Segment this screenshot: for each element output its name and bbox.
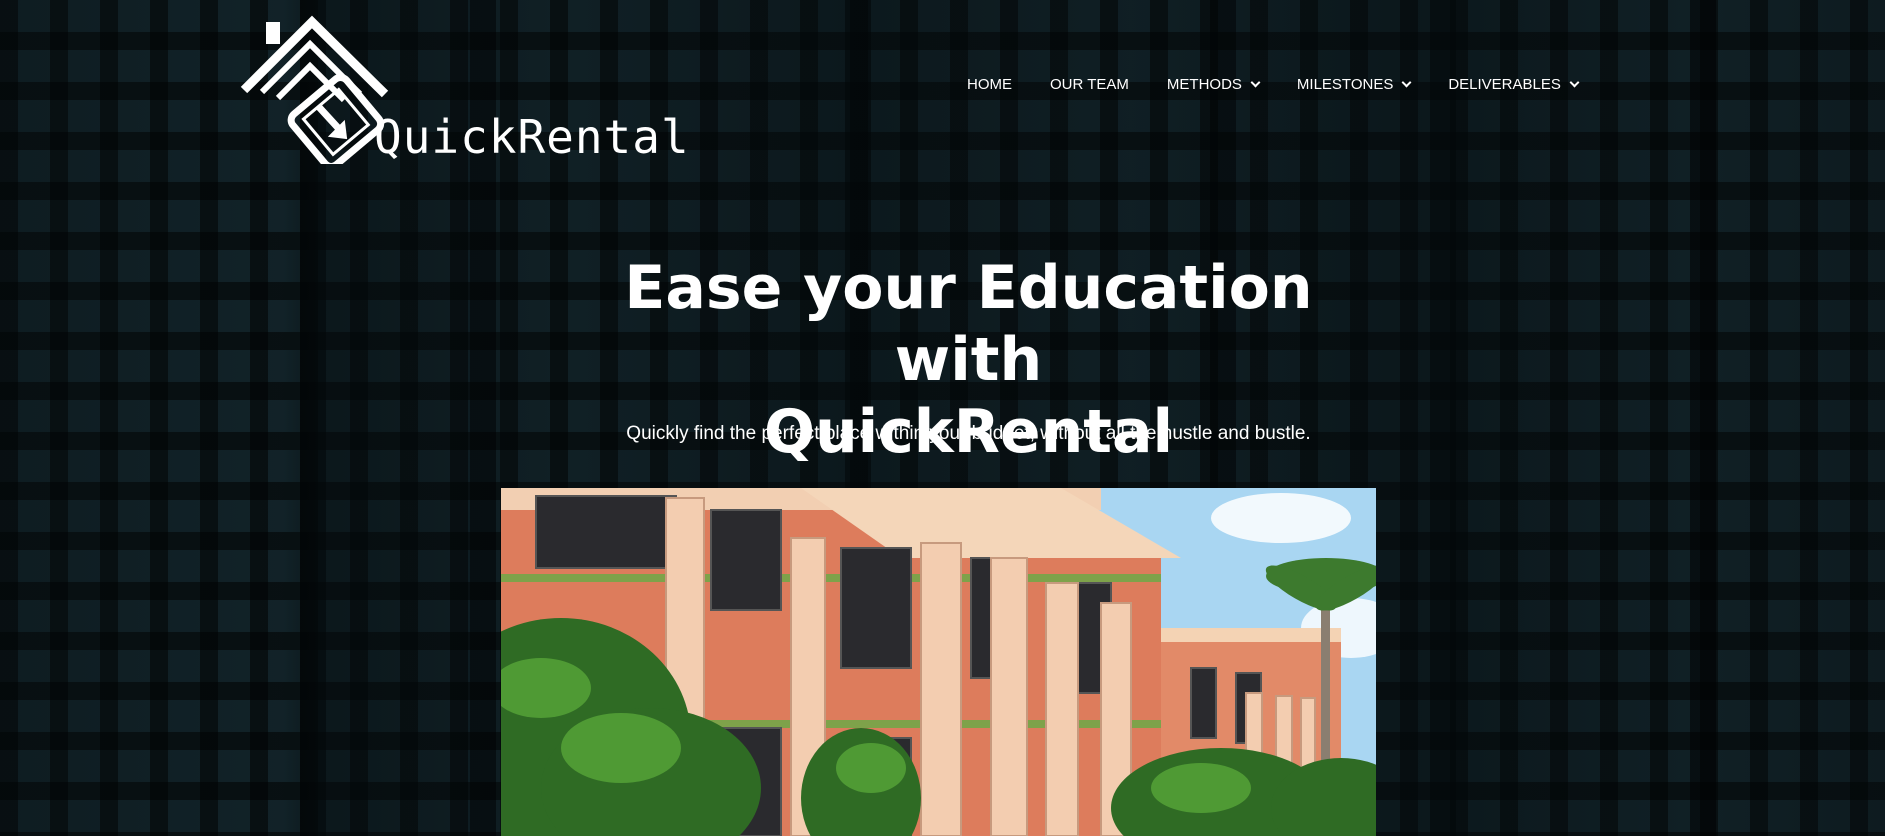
chevron-down-icon [1250,77,1261,88]
nav-item-label: HOME [967,76,1012,93]
main-nav: HOME OUR TEAM METHODS MILESTONES DELIVER… [967,76,1616,93]
nav-item-milestones[interactable]: MILESTONES [1296,76,1412,93]
nav-item-label: MILESTONES [1296,76,1394,93]
site-logo[interactable]: QuickRental [240,14,689,164]
nav-item-label: DELIVERABLES [1448,76,1561,93]
logo-wordmark: QuickRental [374,110,690,164]
hero-subtitle: Quickly find the perfect place within yo… [626,423,1311,444]
nav-item-label: METHODS [1166,76,1242,93]
hero-building-photo [501,488,1376,836]
chevron-down-icon [1401,77,1412,88]
nav-item-deliverables[interactable]: DELIVERABLES [1448,76,1580,93]
nav-item-our-team[interactable]: OUR TEAM [1050,76,1129,93]
nav-item-home[interactable]: HOME [967,76,1012,93]
nav-item-label: OUR TEAM [1050,76,1129,93]
chevron-down-icon [1569,77,1580,88]
nav-item-methods[interactable]: METHODS [1166,76,1261,93]
hero-title-line1: Ease your Education with [624,253,1313,395]
